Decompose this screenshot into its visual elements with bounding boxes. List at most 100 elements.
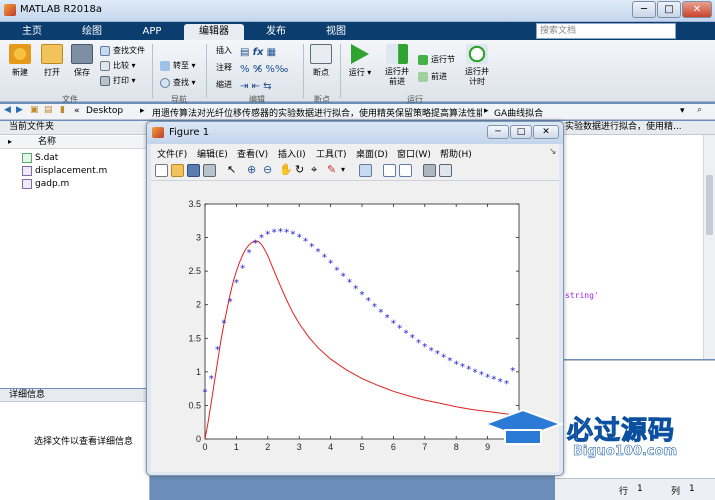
breadcrumb-project[interactable]: 用遗传算法对光纤位移传感器的实验数据进行拟合，使用精英保留策略提高算法性能 bbox=[152, 106, 482, 119]
address-dropdown-icon[interactable]: ▾ bbox=[680, 106, 685, 116]
brush-dropdown-icon[interactable]: ▾ bbox=[341, 164, 354, 177]
find-button[interactable]: 查找 ▾ bbox=[160, 77, 196, 89]
tab-home[interactable]: 主页 bbox=[4, 24, 60, 40]
open-button[interactable]: 打开 bbox=[38, 44, 66, 78]
data-point: * bbox=[341, 271, 346, 282]
up-folder-icon[interactable]: ▣ bbox=[30, 105, 39, 115]
goto-button[interactable]: 转至 ▾ bbox=[160, 60, 196, 72]
menu-tools[interactable]: 工具(T) bbox=[316, 147, 347, 160]
tab-publish[interactable]: 发布 bbox=[248, 24, 304, 40]
data-cursor-icon[interactable]: ⌖ bbox=[311, 164, 324, 177]
details-panel: 详细信息 选择文件以查看详细信息 bbox=[0, 389, 150, 500]
menu-insert[interactable]: 插入(I) bbox=[278, 147, 306, 160]
tab-view[interactable]: 视图 bbox=[308, 24, 364, 40]
data-point: * bbox=[228, 297, 233, 308]
uncomment-icon[interactable]: %̸ bbox=[253, 64, 263, 75]
breadcrumb-desktop[interactable]: Desktop bbox=[86, 106, 123, 116]
y-tick-label: 0 bbox=[196, 434, 201, 444]
pan-icon[interactable]: ✋ bbox=[279, 164, 293, 177]
file-item[interactable]: displacement.m bbox=[22, 165, 107, 177]
insert-icon[interactable]: ▤ bbox=[240, 47, 249, 58]
advance-button[interactable]: 前进 bbox=[418, 71, 447, 83]
maximize-button[interactable]: □ bbox=[657, 1, 681, 18]
editor-tab[interactable]: 实验数据进行拟合，使用精... bbox=[555, 121, 715, 135]
zoom-out-icon[interactable]: ⊖ bbox=[263, 164, 276, 177]
run-advance-button[interactable]: 运行并 前进 bbox=[380, 44, 414, 87]
brush-icon[interactable]: ✎ bbox=[327, 164, 340, 177]
tab-plots[interactable]: 绘图 bbox=[64, 24, 120, 40]
menu-file[interactable]: 文件(F) bbox=[157, 147, 187, 160]
data-point: * bbox=[316, 247, 321, 258]
details-empty-text: 选择文件以查看详细信息 bbox=[34, 437, 134, 447]
indent-icon[interactable]: ⇥ bbox=[240, 81, 248, 92]
zoom-in-icon[interactable]: ⊕ bbox=[247, 164, 260, 177]
current-folder-panel: 当前文件夹 名称 ▸ S.dat displacement.m gadp.m bbox=[0, 121, 150, 388]
file-item[interactable]: S.dat bbox=[22, 152, 58, 164]
menu-dock-icon[interactable]: ↘ bbox=[549, 147, 557, 157]
tab-apps[interactable]: APP bbox=[124, 24, 180, 40]
print-figure-icon[interactable] bbox=[203, 164, 216, 177]
menu-edit[interactable]: 编辑(E) bbox=[197, 147, 228, 160]
menu-help[interactable]: 帮助(H) bbox=[440, 147, 472, 160]
comment-button[interactable]: 注释 bbox=[214, 62, 232, 74]
data-point: * bbox=[372, 302, 377, 313]
indent-decrease-icon[interactable]: ⇆ bbox=[263, 81, 271, 92]
m-file-icon bbox=[22, 166, 32, 176]
legend-icon[interactable] bbox=[399, 164, 412, 177]
print-button[interactable]: 打印 ▾ bbox=[100, 75, 136, 87]
breadcrumb-current[interactable]: GA曲线拟合 bbox=[494, 106, 543, 119]
figure-minimize-button[interactable]: ─ bbox=[487, 125, 509, 139]
close-button[interactable]: ✕ bbox=[682, 1, 712, 18]
hide-plot-tools-icon[interactable] bbox=[423, 164, 436, 177]
run-button[interactable]: 运行 ▾ bbox=[346, 44, 374, 78]
rotate-3d-icon[interactable]: ↻ bbox=[295, 164, 308, 177]
save-button[interactable]: 保存 bbox=[68, 44, 96, 78]
run-time-icon bbox=[466, 44, 488, 64]
search-input[interactable]: 搜索文档 bbox=[536, 23, 676, 39]
editor-scrollbar[interactable] bbox=[703, 135, 715, 359]
link-plot-icon[interactable] bbox=[359, 164, 372, 177]
insert-more-icon[interactable]: ▦ bbox=[267, 47, 276, 58]
figure-close-button[interactable]: ✕ bbox=[533, 125, 559, 139]
find-files-button[interactable]: 查找文件 bbox=[100, 45, 145, 57]
data-point: * bbox=[259, 233, 264, 244]
save-figure-icon[interactable] bbox=[187, 164, 200, 177]
breakpoints-button[interactable]: 断点 bbox=[307, 44, 335, 78]
new-figure-icon[interactable] bbox=[155, 164, 168, 177]
forward-arrow-icon[interactable]: ▶ bbox=[16, 105, 23, 115]
compare-button[interactable]: 比较 ▾ bbox=[100, 60, 136, 72]
open-file-icon[interactable] bbox=[171, 164, 184, 177]
data-point: * bbox=[491, 375, 496, 386]
figure-maximize-button[interactable]: □ bbox=[510, 125, 532, 139]
minimize-button[interactable]: ─ bbox=[632, 1, 656, 18]
y-tick-label: 2 bbox=[196, 300, 201, 310]
comment-percent-icon[interactable]: % bbox=[240, 64, 250, 75]
fx-icon[interactable]: fx bbox=[253, 47, 264, 58]
indent-button[interactable]: 缩进 bbox=[214, 79, 232, 91]
file-item[interactable]: gadp.m bbox=[22, 178, 69, 190]
data-point: * bbox=[347, 277, 352, 288]
edit-plot-icon[interactable]: ↖ bbox=[227, 164, 240, 177]
code-fragment: string' bbox=[565, 291, 599, 300]
current-folder-title: 当前文件夹 bbox=[0, 121, 150, 135]
menu-window[interactable]: 窗口(W) bbox=[397, 147, 431, 160]
run-time-button[interactable]: 运行并 计时 bbox=[462, 44, 492, 87]
insert-button[interactable]: 插入 bbox=[214, 45, 232, 57]
column-header-name[interactable]: 名称 bbox=[0, 136, 150, 149]
browse-folder-icon[interactable]: ▤ bbox=[44, 105, 53, 115]
search-folder-icon[interactable]: ⌕ bbox=[697, 105, 702, 115]
menu-desktop[interactable]: 桌面(D) bbox=[356, 147, 388, 160]
indent-increase-icon[interactable]: ⇤ bbox=[252, 81, 260, 92]
expand-column-icon[interactable]: ▸ bbox=[8, 137, 12, 146]
new-button[interactable]: 新建 bbox=[6, 44, 34, 78]
tab-editor[interactable]: 编辑器 bbox=[184, 24, 244, 40]
back-arrow-icon[interactable]: ◀ bbox=[4, 105, 11, 115]
menu-view[interactable]: 查看(V) bbox=[237, 147, 268, 160]
show-plot-tools-icon[interactable] bbox=[439, 164, 452, 177]
wrap-comment-icon[interactable]: %‰ bbox=[265, 64, 288, 75]
breadcrumb-overflow[interactable]: « bbox=[74, 106, 80, 116]
y-tick-label: 1.5 bbox=[188, 333, 201, 343]
matlab-logo-icon bbox=[4, 4, 16, 16]
colorbar-icon[interactable] bbox=[383, 164, 396, 177]
run-section-button[interactable]: 运行节 bbox=[418, 54, 455, 66]
